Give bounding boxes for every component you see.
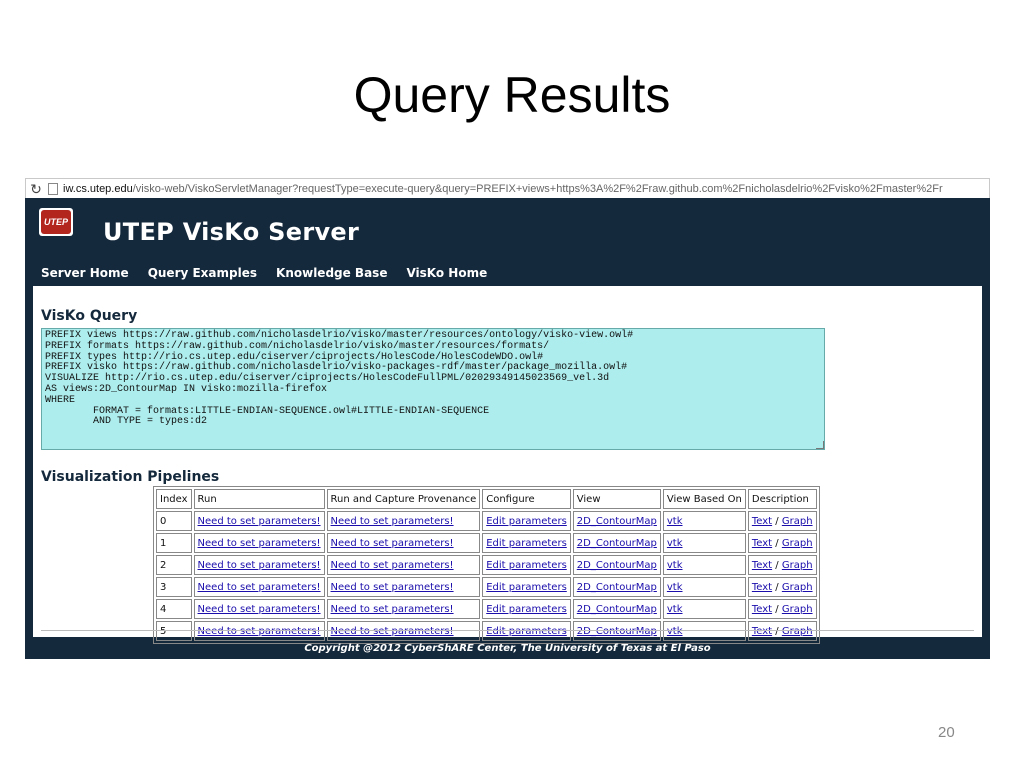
graph-link[interactable]: Graph xyxy=(782,626,813,637)
based-on-link[interactable]: vtk xyxy=(667,626,683,637)
url-path: /visko-web/ViskoServletManager?requestTy… xyxy=(132,183,943,195)
text-link[interactable]: Text xyxy=(752,582,772,593)
view-link[interactable]: 2D_ContourMap xyxy=(577,604,657,615)
separator: / xyxy=(775,581,779,593)
text-link[interactable]: Text xyxy=(752,604,772,615)
main-nav: Server Home Query Examples Knowledge Bas… xyxy=(41,266,487,280)
based-on-link[interactable]: vtk xyxy=(667,604,683,615)
view-link[interactable]: 2D_ContourMap xyxy=(577,626,657,637)
text-link[interactable]: Text xyxy=(752,538,772,549)
pipelines-table: Index Run Run and Capture Provenance Con… xyxy=(153,486,820,644)
slide-title: Query Results xyxy=(353,67,671,123)
run-link[interactable]: Need to set parameters! xyxy=(198,516,321,527)
row-index: 5 xyxy=(156,621,192,641)
url-domain: iw.cs.utep.edu xyxy=(63,183,133,195)
separator: / xyxy=(775,625,779,637)
separator: / xyxy=(775,559,779,571)
view-link[interactable]: 2D_ContourMap xyxy=(577,560,657,571)
edit-parameters-link[interactable]: Edit parameters xyxy=(486,516,567,527)
query-heading: VisKo Query xyxy=(41,308,138,324)
run-provenance-link[interactable]: Need to set parameters! xyxy=(331,538,454,549)
row-index: 2 xyxy=(156,555,192,575)
utep-logo[interactable]: UTEP xyxy=(39,208,73,236)
content-divider xyxy=(41,630,974,631)
page-icon xyxy=(48,183,58,195)
col-index: Index xyxy=(156,489,192,509)
table-row: 1 Need to set parameters! Need to set pa… xyxy=(156,533,817,553)
col-configure: Configure xyxy=(482,489,571,509)
based-on-link[interactable]: vtk xyxy=(667,516,683,527)
view-link[interactable]: 2D_ContourMap xyxy=(577,582,657,593)
site-title: UTEP VisKo Server xyxy=(103,218,360,246)
graph-link[interactable]: Graph xyxy=(782,516,813,527)
run-provenance-link[interactable]: Need to set parameters! xyxy=(331,516,454,527)
col-description: Description xyxy=(747,489,817,509)
edit-parameters-link[interactable]: Edit parameters xyxy=(486,560,567,571)
nav-query-examples[interactable]: Query Examples xyxy=(148,266,257,280)
run-provenance-link[interactable]: Need to set parameters! xyxy=(331,626,454,637)
row-index: 4 xyxy=(156,599,192,619)
edit-parameters-link[interactable]: Edit parameters xyxy=(486,582,567,593)
textarea-resize-handle[interactable] xyxy=(816,441,824,449)
graph-link[interactable]: Graph xyxy=(782,604,813,615)
text-link[interactable]: Text xyxy=(752,626,772,637)
edit-parameters-link[interactable]: Edit parameters xyxy=(486,538,567,549)
run-provenance-link[interactable]: Need to set parameters! xyxy=(331,560,454,571)
table-row: 3 Need to set parameters! Need to set pa… xyxy=(156,577,817,597)
table-row: 5 Need to set parameters! Need to set pa… xyxy=(156,621,817,641)
run-link[interactable]: Need to set parameters! xyxy=(198,626,321,637)
run-provenance-link[interactable]: Need to set parameters! xyxy=(331,582,454,593)
query-textarea[interactable]: PREFIX views https://raw.github.com/nich… xyxy=(41,328,825,450)
row-index: 3 xyxy=(156,577,192,597)
run-link[interactable]: Need to set parameters! xyxy=(198,582,321,593)
col-view-based-on: View Based On xyxy=(662,489,746,509)
separator: / xyxy=(775,515,779,527)
table-row: 2 Need to set parameters! Need to set pa… xyxy=(156,555,817,575)
based-on-link[interactable]: vtk xyxy=(667,560,683,571)
nav-visko-home[interactable]: VisKo Home xyxy=(406,266,487,280)
row-index: 0 xyxy=(156,511,192,531)
site-footer: Copyright @2012 CyberShARE Center, The U… xyxy=(304,643,711,654)
based-on-link[interactable]: vtk xyxy=(667,582,683,593)
col-run-provenance: Run and Capture Provenance xyxy=(326,489,481,509)
table-row: 0 Need to set parameters! Need to set pa… xyxy=(156,511,817,531)
graph-link[interactable]: Graph xyxy=(782,538,813,549)
run-link[interactable]: Need to set parameters! xyxy=(198,560,321,571)
text-link[interactable]: Text xyxy=(752,516,772,527)
text-link[interactable]: Text xyxy=(752,560,772,571)
graph-link[interactable]: Graph xyxy=(782,582,813,593)
row-index: 1 xyxy=(156,533,192,553)
pipelines-heading: Visualization Pipelines xyxy=(41,469,220,485)
separator: / xyxy=(775,603,779,615)
site-page: UTEP UTEP VisKo Server Server Home Query… xyxy=(25,198,990,659)
separator: / xyxy=(775,537,779,549)
slide-number: 20 xyxy=(938,724,955,741)
run-provenance-link[interactable]: Need to set parameters! xyxy=(331,604,454,615)
col-view: View xyxy=(572,489,661,509)
site-header: UTEP UTEP VisKo Server xyxy=(25,198,990,260)
address-bar[interactable]: ↻ iw.cs.utep.edu/visko-web/ViskoServletM… xyxy=(25,178,990,200)
view-link[interactable]: 2D_ContourMap xyxy=(577,538,657,549)
nav-server-home[interactable]: Server Home xyxy=(41,266,129,280)
run-link[interactable]: Need to set parameters! xyxy=(198,538,321,549)
run-link[interactable]: Need to set parameters! xyxy=(198,604,321,615)
col-run: Run xyxy=(193,489,325,509)
view-link[interactable]: 2D_ContourMap xyxy=(577,516,657,527)
nav-knowledge-base[interactable]: Knowledge Base xyxy=(276,266,387,280)
browser-window: ↻ iw.cs.utep.edu/visko-web/ViskoServletM… xyxy=(25,178,990,659)
edit-parameters-link[interactable]: Edit parameters xyxy=(486,626,567,637)
content-panel: VisKo Query PREFIX views https://raw.git… xyxy=(33,286,982,644)
table-header-row: Index Run Run and Capture Provenance Con… xyxy=(156,489,817,509)
based-on-link[interactable]: vtk xyxy=(667,538,683,549)
graph-link[interactable]: Graph xyxy=(782,560,813,571)
logo-text: UTEP xyxy=(41,210,71,234)
table-row: 4 Need to set parameters! Need to set pa… xyxy=(156,599,817,619)
reload-icon[interactable]: ↻ xyxy=(26,181,46,198)
edit-parameters-link[interactable]: Edit parameters xyxy=(486,604,567,615)
